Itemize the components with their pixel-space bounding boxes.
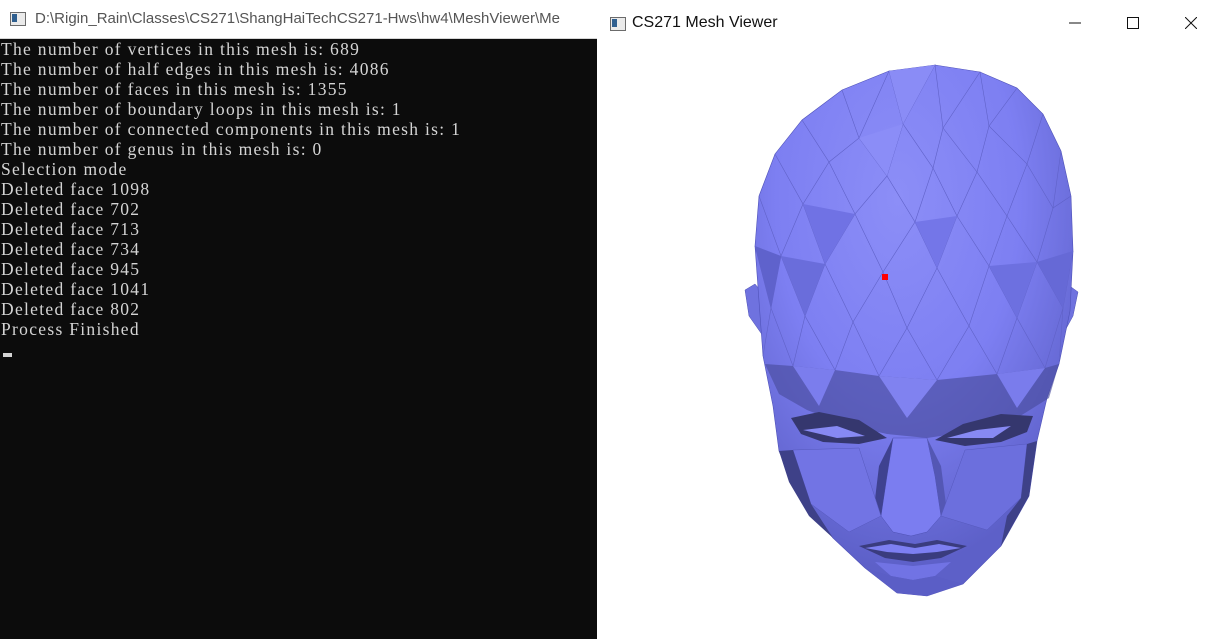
minimize-button[interactable]	[1046, 0, 1104, 46]
console-line: The number of boundary loops in this mes…	[1, 99, 402, 119]
console-line: Deleted face 702	[1, 199, 141, 219]
console-output[interactable]: The number of vertices in this mesh is: …	[1, 39, 595, 639]
console-title: D:\Rigin_Rain\Classes\CS271\ShangHaiTech…	[35, 10, 560, 27]
viewer-app-icon	[610, 17, 626, 31]
console-window[interactable]: D:\Rigin_Rain\Classes\CS271\ShangHaiTech…	[0, 0, 597, 639]
console-cursor	[3, 353, 12, 357]
console-line: Deleted face 945	[1, 259, 141, 279]
close-icon	[1185, 17, 1197, 29]
console-line: The number of half edges in this mesh is…	[1, 59, 390, 79]
console-line: Deleted face 734	[1, 239, 141, 259]
console-line: Process Finished	[1, 319, 140, 339]
maximize-icon	[1127, 17, 1139, 29]
mesh-viewer-window[interactable]: CS271 Mesh Viewer	[597, 0, 1223, 639]
console-line: The number of faces in this mesh is: 135…	[1, 79, 348, 99]
mesh-canvas[interactable]	[597, 46, 1223, 639]
viewer-title: CS271 Mesh Viewer	[632, 14, 778, 31]
maximize-button[interactable]	[1104, 0, 1162, 46]
viewer-titlebar[interactable]: CS271 Mesh Viewer	[597, 0, 1223, 46]
console-line: Deleted face 1041	[1, 279, 151, 299]
console-app-icon	[10, 12, 26, 26]
console-line: Selection mode	[1, 159, 128, 179]
console-line: Deleted face 802	[1, 299, 141, 319]
console-line: Deleted face 713	[1, 219, 141, 239]
console-line: The number of vertices in this mesh is: …	[1, 39, 361, 59]
selection-marker[interactable]	[882, 274, 888, 280]
console-line: The number of genus in this mesh is: 0	[1, 139, 323, 159]
minimize-icon	[1069, 22, 1081, 24]
console-titlebar[interactable]: D:\Rigin_Rain\Classes\CS271\ShangHaiTech…	[0, 0, 597, 39]
close-button[interactable]	[1162, 0, 1220, 46]
head-mesh-render[interactable]	[597, 46, 1223, 639]
console-line: Deleted face 1098	[1, 179, 151, 199]
console-line: The number of connected components in th…	[1, 119, 462, 139]
